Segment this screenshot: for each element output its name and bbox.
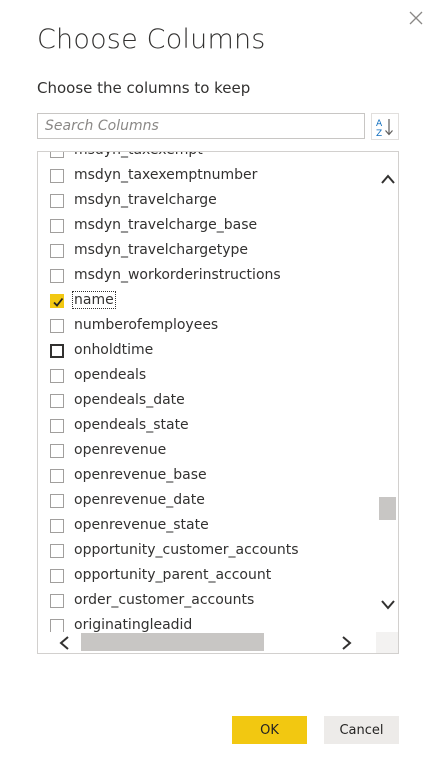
chevron-left-icon <box>59 636 69 650</box>
column-label: opendeals_state <box>74 417 189 433</box>
column-checkbox[interactable] <box>50 544 64 558</box>
column-list-item[interactable]: onholdtime <box>38 339 376 364</box>
svg-text:Z: Z <box>376 129 382 138</box>
column-list-item[interactable]: openrevenue_state <box>38 514 376 539</box>
column-label: opportunity_parent_account <box>74 567 272 583</box>
column-checkbox[interactable] <box>50 569 64 583</box>
column-checkbox[interactable] <box>50 594 64 608</box>
dialog-title: Choose Columns <box>37 24 266 55</box>
column-label: msdyn_travelcharge <box>74 192 217 208</box>
column-list-item[interactable]: order_customer_accounts <box>38 589 376 614</box>
column-label: msdyn_workorderinstructions <box>74 267 281 283</box>
column-checkbox[interactable] <box>50 519 64 533</box>
column-list-item[interactable]: opendeals <box>38 364 376 389</box>
close-icon <box>409 11 423 25</box>
horizontal-scroll-thumb[interactable] <box>81 633 264 651</box>
column-label: openrevenue <box>74 442 167 458</box>
column-list-item[interactable]: msdyn_workorderinstructions <box>38 264 376 289</box>
column-checkbox[interactable] <box>50 619 64 632</box>
column-label: name <box>72 291 116 309</box>
column-checkbox[interactable] <box>50 394 64 408</box>
column-label: msdyn_travelcharge_base <box>74 217 258 233</box>
column-label: opendeals_date <box>74 392 185 408</box>
column-list-item[interactable]: numberofemployees <box>38 314 376 339</box>
column-label: onholdtime <box>74 342 154 358</box>
column-checkbox[interactable] <box>50 152 64 158</box>
horizontal-scrollbar[interactable] <box>38 632 376 653</box>
vertical-scrollbar[interactable] <box>376 152 398 632</box>
columns-list-viewport[interactable]: msdyn_taxexempt msdyn_taxexemptnumbermsdy… <box>38 152 376 632</box>
column-list-item[interactable]: openrevenue_base <box>38 464 376 489</box>
column-label: opendeals <box>74 367 147 383</box>
column-label: msdyn_taxexemptnumber <box>74 167 258 183</box>
column-list-item[interactable]: opportunity_customer_accounts <box>38 539 376 564</box>
ok-button[interactable]: OK <box>232 716 307 744</box>
scrollbar-corner <box>376 632 398 653</box>
column-list-item[interactable]: openrevenue_date <box>38 489 376 514</box>
columns-list: msdyn_taxexempt msdyn_taxexemptnumbermsdy… <box>37 151 399 654</box>
column-label: opportunity_customer_accounts <box>74 542 299 558</box>
column-list-item[interactable]: opportunity_parent_account <box>38 564 376 589</box>
column-label: openrevenue_base <box>74 467 207 483</box>
sort-az-icon: A Z <box>376 118 393 138</box>
sort-button[interactable]: A Z <box>371 113 399 140</box>
column-checkbox[interactable] <box>50 169 64 183</box>
dialog-subtitle: Choose the columns to keep <box>37 79 251 97</box>
column-list-item[interactable]: name <box>38 289 376 314</box>
column-label: msdyn_travelchargetype <box>74 242 249 258</box>
checkmark-icon <box>53 297 64 307</box>
search-columns-input[interactable] <box>37 113 365 139</box>
chevron-up-icon <box>381 174 395 184</box>
column-checkbox[interactable] <box>50 294 64 308</box>
column-list-item[interactable]: msdyn_travelcharge <box>38 189 376 214</box>
column-list-item[interactable]: msdyn_taxexemptnumber <box>38 164 376 189</box>
column-list-item[interactable]: msdyn_travelcharge_base <box>38 214 376 239</box>
column-checkbox[interactable] <box>50 244 64 258</box>
column-checkbox[interactable] <box>50 319 64 333</box>
column-list-item[interactable]: msdyn_travelchargetype <box>38 239 376 264</box>
column-checkbox[interactable] <box>50 219 64 233</box>
column-checkbox[interactable] <box>50 194 64 208</box>
column-label: openrevenue_date <box>74 492 205 508</box>
column-checkbox[interactable] <box>50 494 64 508</box>
chevron-down-icon <box>381 600 395 610</box>
column-label: numberofemployees <box>74 317 219 333</box>
scroll-left-button[interactable] <box>58 635 70 653</box>
chevron-right-icon <box>342 636 352 650</box>
column-checkbox[interactable] <box>50 269 64 283</box>
column-label: order_customer_accounts <box>74 592 255 608</box>
column-list-item[interactable]: opendeals_date <box>38 389 376 414</box>
column-label: openrevenue_state <box>74 517 209 533</box>
column-checkbox[interactable] <box>50 369 64 383</box>
close-button[interactable] <box>404 6 428 30</box>
column-checkbox[interactable] <box>50 419 64 433</box>
column-list-item[interactable]: opendeals_state <box>38 414 376 439</box>
column-label: originatingleadid <box>74 617 193 632</box>
column-checkbox[interactable] <box>50 444 64 458</box>
column-list-item[interactable]: openrevenue <box>38 439 376 464</box>
column-label: msdyn_taxexempt <box>74 152 203 158</box>
scroll-down-button[interactable] <box>380 596 396 615</box>
column-checkbox[interactable] <box>50 469 64 483</box>
column-list-item[interactable]: originatingleadid <box>38 614 376 632</box>
cancel-button[interactable]: Cancel <box>324 716 399 744</box>
vertical-scroll-thumb[interactable] <box>379 497 396 520</box>
scroll-right-button[interactable] <box>341 635 353 653</box>
column-list-item[interactable]: msdyn_taxexempt <box>38 152 376 164</box>
scroll-up-button[interactable] <box>380 170 396 189</box>
column-checkbox[interactable] <box>50 344 64 358</box>
svg-text:A: A <box>376 119 383 129</box>
